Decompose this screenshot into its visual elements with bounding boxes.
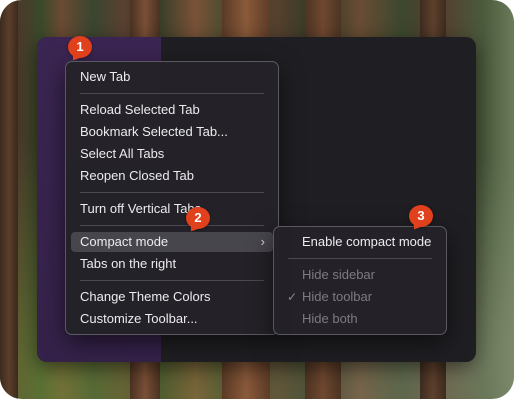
menu-separator	[80, 225, 264, 226]
menu-item-hide-toolbar: ✓ Hide toolbar	[279, 287, 441, 307]
menu-separator	[288, 258, 432, 259]
menu-item-hide-both: Hide both	[279, 309, 441, 329]
compact-mode-submenu: Enable compact mode Hide sidebar ✓ Hide …	[273, 226, 447, 335]
step-badge-2: 2	[186, 207, 210, 229]
menu-item-label: Tabs on the right	[80, 256, 177, 271]
menu-item-label: Reopen Closed Tab	[80, 168, 194, 183]
menu-item-label: Customize Toolbar...	[80, 311, 198, 326]
menu-separator	[80, 280, 264, 281]
step-badge-1: 1	[68, 36, 92, 58]
menu-item-turn-off-vertical-tabs[interactable]: Turn off Vertical Tabs	[71, 199, 273, 219]
menu-item-label: Change Theme Colors	[80, 289, 211, 304]
chevron-right-icon: ›	[260, 234, 265, 249]
menu-item-reopen-closed-tab[interactable]: Reopen Closed Tab	[71, 166, 273, 186]
step-badge-3: 3	[409, 205, 433, 227]
menu-item-change-theme-colors[interactable]: Change Theme Colors	[71, 287, 273, 307]
tab-context-menu: New Tab Reload Selected Tab Bookmark Sel…	[65, 61, 279, 335]
tree-trunk	[0, 0, 18, 399]
menu-item-label: Reload Selected Tab	[80, 102, 200, 117]
menu-item-enable-compact-mode[interactable]: Enable compact mode	[279, 232, 441, 252]
menu-item-select-all-tabs[interactable]: Select All Tabs	[71, 144, 273, 164]
menu-item-label: Select All Tabs	[80, 146, 165, 161]
menu-item-label: Hide sidebar	[302, 267, 375, 282]
menu-separator	[80, 93, 264, 94]
menu-item-new-tab[interactable]: New Tab	[71, 67, 273, 87]
checkmark-icon: ✓	[287, 290, 298, 304]
menu-item-label: Bookmark Selected Tab...	[80, 124, 228, 139]
menu-item-label: Hide toolbar	[302, 289, 373, 304]
menu-item-label: Hide both	[302, 311, 358, 326]
menu-separator	[80, 192, 264, 193]
menu-item-label: Compact mode	[80, 234, 169, 249]
menu-item-customize-toolbar[interactable]: Customize Toolbar...	[71, 309, 273, 329]
menu-item-reload-selected-tab[interactable]: Reload Selected Tab	[71, 100, 273, 120]
menu-item-label: New Tab	[80, 69, 131, 84]
menu-item-tabs-on-the-right[interactable]: Tabs on the right	[71, 254, 273, 274]
menu-item-hide-sidebar: Hide sidebar	[279, 265, 441, 285]
menu-item-label: Turn off Vertical Tabs	[80, 201, 202, 216]
menu-item-label: Enable compact mode	[302, 234, 432, 249]
menu-item-compact-mode[interactable]: Compact mode ›	[71, 232, 273, 252]
desktop-background: New Tab Reload Selected Tab Bookmark Sel…	[0, 0, 514, 399]
menu-item-bookmark-selected-tab[interactable]: Bookmark Selected Tab...	[71, 122, 273, 142]
